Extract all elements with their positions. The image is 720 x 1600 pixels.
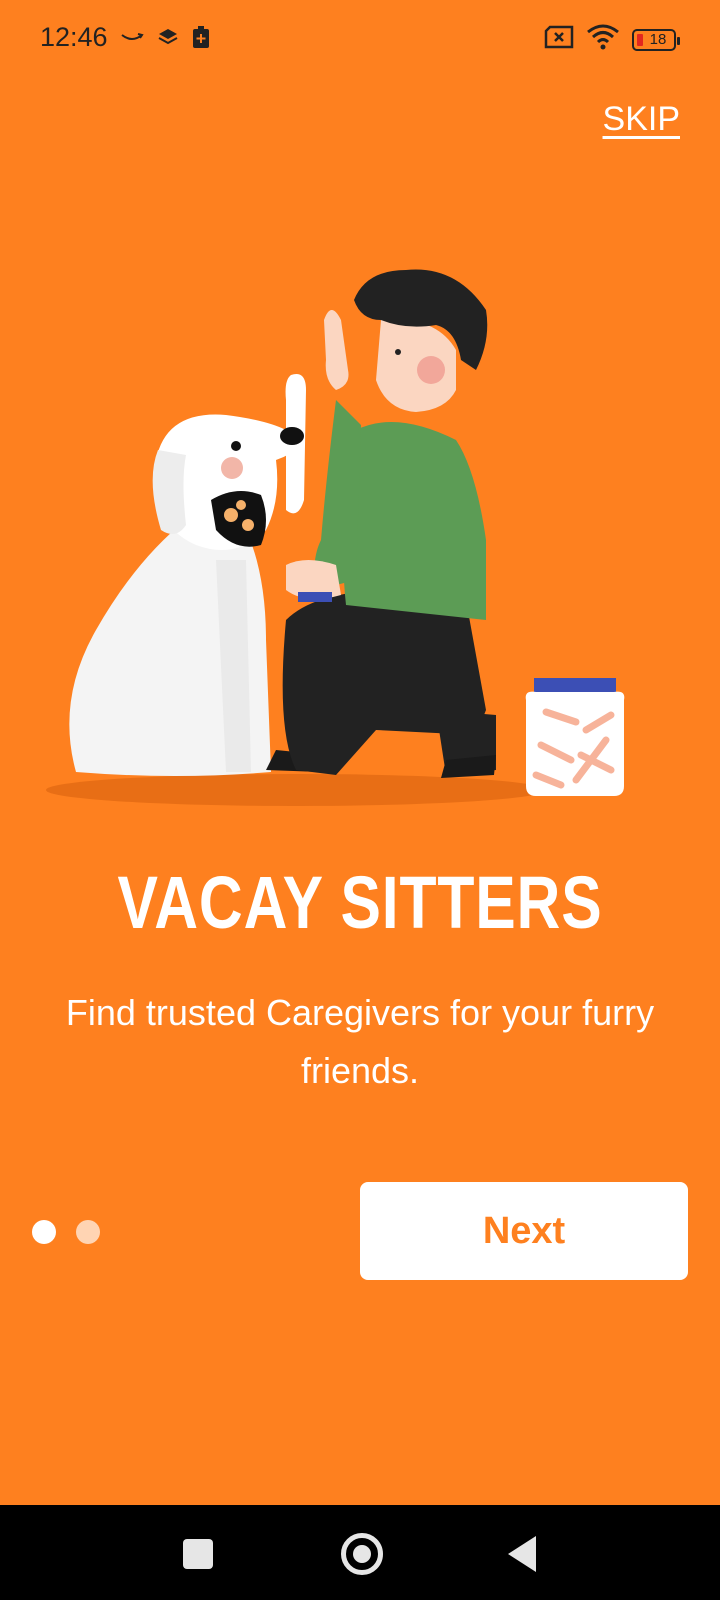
person-image (266, 269, 496, 778)
home-icon[interactable] (341, 1533, 383, 1575)
dog-sitter-illustration (46, 269, 625, 806)
wifi-icon (586, 24, 620, 55)
battery-plus-icon (192, 26, 210, 53)
battery-icon: 18 (632, 28, 680, 51)
treat-jar-image (525, 678, 625, 796)
back-icon[interactable] (508, 1536, 536, 1572)
layers-icon (158, 27, 178, 52)
amazon-smile-icon (120, 31, 144, 49)
next-button[interactable]: Next (360, 1182, 688, 1280)
dog-image (69, 374, 306, 776)
recent-apps-icon[interactable] (183, 1539, 213, 1569)
status-time: 12:46 (40, 22, 108, 52)
no-sim-icon (544, 25, 574, 54)
status-bar: 12:46 18 (0, 0, 720, 78)
onboarding-title: VACAY SITTERS (117, 861, 603, 944)
page-dot-active[interactable] (32, 1220, 56, 1244)
status-icons-left (120, 26, 210, 53)
onboarding-subtitle: Find trusted Caregivers for your furry f… (65, 992, 655, 1091)
status-icons-right: 18 (544, 24, 680, 55)
page-dot-inactive[interactable] (76, 1220, 100, 1244)
battery-level: 18 (649, 31, 667, 48)
skip-button[interactable]: SKIP (603, 100, 680, 139)
page-indicator (32, 1220, 100, 1244)
